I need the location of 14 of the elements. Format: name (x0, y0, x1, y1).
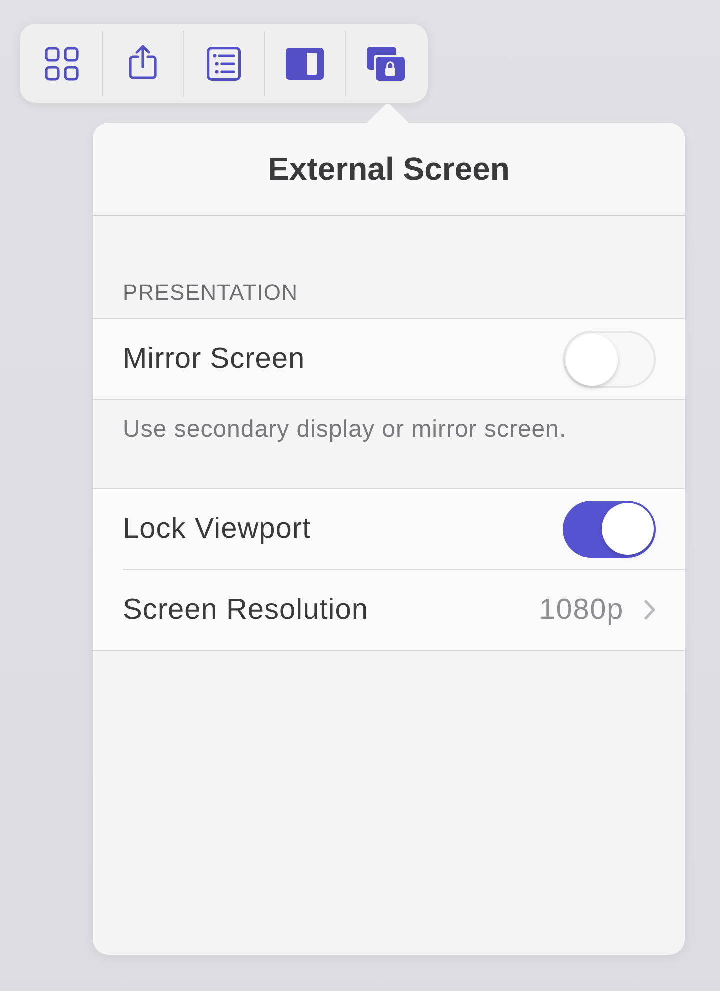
toggle-switch[interactable] (563, 500, 656, 558)
row-label: Screen Resolution (123, 594, 368, 626)
grid-icon (45, 46, 79, 80)
share-icon (129, 44, 157, 80)
row-label: Lock Viewport (123, 512, 312, 546)
row-value: 1080p (539, 594, 624, 626)
section-footer: Use secondary display or mirror screen. (123, 416, 567, 443)
section-header: PRESENTATION (123, 280, 298, 306)
list-icon (207, 46, 241, 80)
locked-windows-icon (367, 46, 405, 80)
chevron-icon (644, 600, 656, 620)
row-label: Mirror Screen (123, 342, 306, 376)
popover-title: External Screen (268, 150, 510, 188)
sidebar-icon (286, 48, 324, 80)
